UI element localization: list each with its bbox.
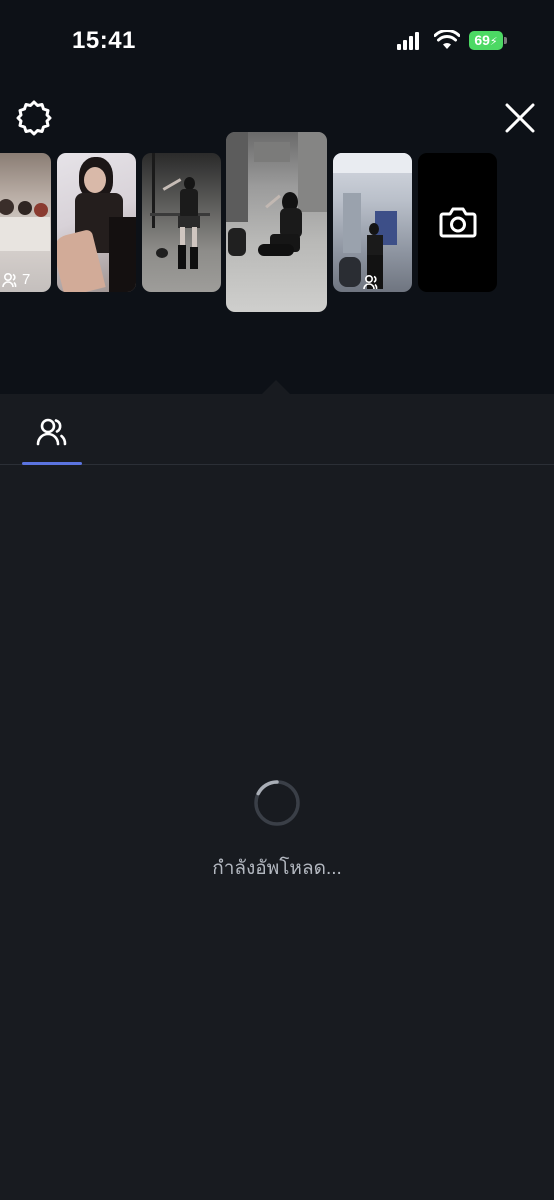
tagged-people-badge [363, 274, 381, 290]
wifi-icon [434, 30, 460, 49]
cellular-signal-icon [397, 32, 421, 50]
media-picker-header: 15:41 69⚡ 7 [0, 0, 554, 395]
battery-level: 69 [474, 32, 490, 48]
active-tab-indicator [22, 462, 82, 465]
people-icon [2, 272, 17, 287]
media-thumbnail[interactable] [142, 153, 221, 292]
media-thumbnail[interactable] [57, 153, 136, 292]
camera-icon [439, 207, 477, 238]
upload-status-text: กำลังอัพโหลด... [212, 858, 342, 879]
loading-spinner-icon [254, 780, 300, 826]
tab-tag-people[interactable] [22, 394, 82, 465]
close-icon[interactable] [500, 98, 540, 138]
battery-tip [504, 37, 507, 44]
media-thumbnail-selected[interactable] [226, 132, 327, 312]
status-time: 15:41 [72, 27, 136, 54]
tabs-bar [0, 394, 554, 465]
charging-bolt-icon: ⚡ [489, 36, 498, 48]
open-camera-button[interactable] [418, 153, 497, 292]
media-thumbnail[interactable] [333, 153, 412, 292]
selection-pointer [261, 380, 291, 395]
people-icon [36, 418, 67, 446]
tagged-count: 7 [22, 271, 31, 288]
tagged-people-badge: 7 [2, 271, 30, 288]
media-thumbnail[interactable]: 7 [0, 153, 51, 292]
battery-indicator: 69⚡ [469, 31, 503, 50]
gear-icon[interactable] [14, 98, 54, 138]
people-icon [363, 274, 378, 290]
status-bar: 15:41 69⚡ [0, 0, 554, 80]
